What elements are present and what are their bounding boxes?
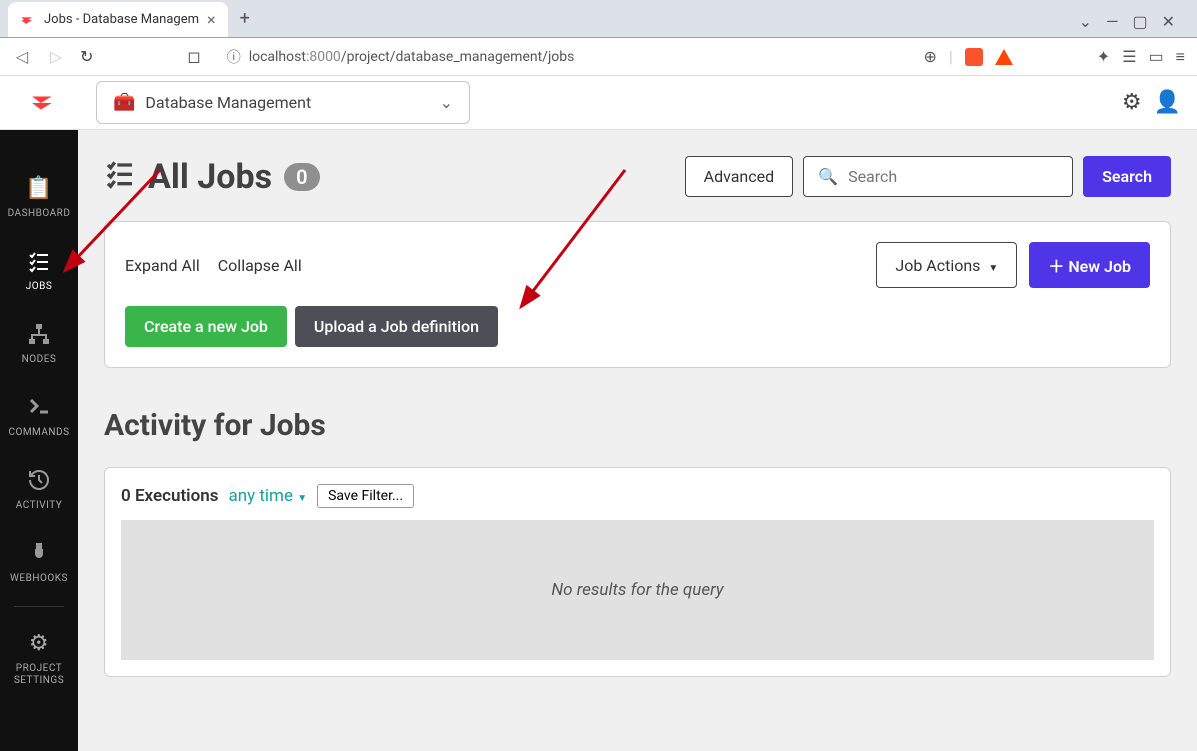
upload-job-button[interactable]: Upload a Job definition <box>295 306 498 347</box>
page-title-row: All Jobs 0 Advanced 🔍 Search <box>104 156 1171 197</box>
caret-down-icon: ▼ <box>297 493 307 504</box>
gears-icon: ⚙ <box>25 629 53 657</box>
divider: | <box>949 47 953 66</box>
search-button[interactable]: Search <box>1083 156 1171 197</box>
wallet-icon[interactable]: ▭ <box>1149 47 1164 66</box>
caret-down-icon: ▼ <box>988 263 998 274</box>
sidebar-item-webhooks[interactable]: WEBHOOKS <box>0 525 78 598</box>
sidebar-label: NODES <box>22 354 57 365</box>
toolbox-icon: 🧰 <box>113 92 135 113</box>
close-tab-icon[interactable]: × <box>207 10 216 29</box>
url-host: localhost <box>249 49 306 65</box>
list-icon <box>104 157 136 197</box>
sidebar-label: JOBS <box>26 281 53 292</box>
sidebar-label: ACTIVITY <box>16 500 63 511</box>
zoom-icon[interactable]: ⊕ <box>923 47 936 66</box>
project-name: Database Management <box>145 93 311 112</box>
create-job-button[interactable]: Create a new Job <box>125 306 287 347</box>
executions-count: 0 Executions <box>121 486 218 506</box>
executions-panel: 0 Executions any time ▼ Save Filter... N… <box>104 467 1171 677</box>
history-icon <box>25 466 53 494</box>
jobs-panel: Expand All Collapse All Job Actions ▼ ＋ … <box>104 221 1171 368</box>
page-title: All Jobs <box>148 157 272 197</box>
empty-text: No results for the query <box>551 580 723 600</box>
brave-rewards-icon[interactable] <box>995 49 1013 65</box>
sidebar-label: WEBHOOKS <box>10 573 68 584</box>
tab-title: Jobs - Database Managem <box>44 12 199 27</box>
browser-tab[interactable]: Jobs - Database Managem × <box>8 2 228 37</box>
favicon <box>20 12 36 28</box>
time-filter-dropdown[interactable]: any time ▼ <box>228 486 307 506</box>
brave-shield-icon[interactable] <box>965 48 983 66</box>
advanced-button[interactable]: Advanced <box>685 156 794 197</box>
save-filter-button[interactable]: Save Filter... <box>317 484 414 508</box>
sidebar-item-commands[interactable]: COMMANDS <box>0 379 78 452</box>
search-icon: 🔍 <box>818 167 838 186</box>
sidebar-label: DASHBOARD <box>8 208 71 219</box>
clipboard-icon: 📋 <box>25 174 53 202</box>
maximize-icon[interactable]: ▢ <box>1132 12 1147 31</box>
sidebar-item-nodes[interactable]: NODES <box>0 306 78 379</box>
search-input[interactable] <box>848 167 1058 186</box>
menu-icon[interactable]: ≡ <box>1176 47 1185 67</box>
collapse-all-link[interactable]: Collapse All <box>218 256 302 275</box>
empty-results: No results for the query <box>121 520 1154 660</box>
expand-all-link[interactable]: Expand All <box>125 256 200 275</box>
gear-icon[interactable]: ⚙ <box>1122 90 1142 115</box>
sidebar-label: COMMANDS <box>8 427 69 438</box>
main-content: All Jobs 0 Advanced 🔍 Search Expand All … <box>78 130 1197 751</box>
url-path: /project/database_management/jobs <box>341 49 575 65</box>
job-count-badge: 0 <box>284 163 319 191</box>
new-job-button[interactable]: ＋ New Job <box>1029 242 1150 288</box>
sidebar-item-project-settings[interactable]: ⚙ PROJECTSETTINGS <box>0 615 78 701</box>
search-box[interactable]: 🔍 <box>803 156 1073 197</box>
sidebar-item-activity[interactable]: ACTIVITY <box>0 452 78 525</box>
user-icon[interactable]: 👤 <box>1154 90 1181 115</box>
new-tab-button[interactable]: + <box>228 0 262 37</box>
extensions-icon[interactable]: ✦ <box>1097 47 1110 66</box>
job-actions-dropdown[interactable]: Job Actions ▼ <box>876 242 1017 288</box>
sidebar-label: PROJECTSETTINGS <box>14 663 64 687</box>
bookmark-icon[interactable]: ◻ <box>187 47 200 66</box>
forward-button[interactable]: ▷ <box>46 47 66 66</box>
list-check-icon <box>25 247 53 275</box>
back-button[interactable]: ◁ <box>12 47 32 66</box>
chevron-down-icon: ⌄ <box>440 93 453 112</box>
sidebar-item-dashboard[interactable]: 📋 DASHBOARD <box>0 160 78 233</box>
playlist-icon[interactable]: ☰ <box>1122 47 1136 66</box>
project-selector[interactable]: 🧰 Database Management ⌄ <box>96 81 470 124</box>
terminal-icon <box>25 393 53 421</box>
browser-tab-bar: Jobs - Database Managem × + ⌄ — ▢ ✕ <box>0 0 1197 38</box>
url-bar[interactable]: ⓘ localhost:8000/project/database_manage… <box>215 47 910 67</box>
url-port: :8000 <box>306 49 341 65</box>
app-logo[interactable] <box>28 88 58 118</box>
browser-toolbar: ◁ ▷ ↻ ◻ ⓘ localhost:8000/project/databas… <box>0 38 1197 76</box>
site-info-icon[interactable]: ⓘ <box>227 47 241 67</box>
plus-icon: ＋ <box>1048 257 1064 276</box>
plug-icon <box>25 539 53 567</box>
reload-button[interactable]: ↻ <box>80 47 93 66</box>
sidebar-item-jobs[interactable]: JOBS <box>0 233 78 306</box>
sidebar: 📋 DASHBOARD JOBS NODES COMMANDS ACTIVITY… <box>0 130 78 751</box>
window-controls: ⌄ — ▢ ✕ <box>1065 6 1189 37</box>
minimize-icon[interactable]: — <box>1106 12 1119 31</box>
sidebar-divider <box>14 606 64 607</box>
network-icon <box>25 320 53 348</box>
app-header: 🧰 Database Management ⌄ ⚙ 👤 <box>0 76 1197 130</box>
close-window-icon[interactable]: ✕ <box>1162 12 1175 31</box>
more-icon[interactable]: ⌄ <box>1079 12 1092 31</box>
activity-title: Activity for Jobs <box>104 408 1171 443</box>
